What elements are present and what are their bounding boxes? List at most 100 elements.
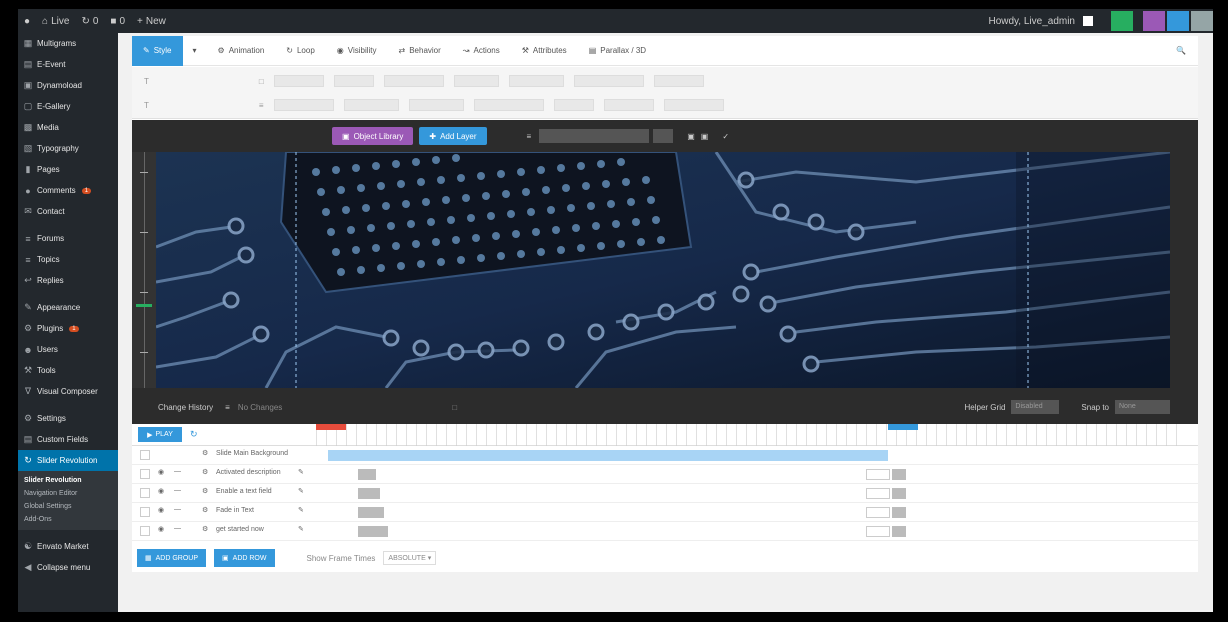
- layer-option-field[interactable]: [653, 129, 674, 143]
- row-checkbox[interactable]: [140, 450, 150, 460]
- submenu-item[interactable]: Navigation Editor: [18, 487, 118, 500]
- sidebar-item-replies[interactable]: ↩ Replies: [18, 270, 118, 291]
- add-row-button[interactable]: ▣ ADD ROW: [214, 549, 275, 567]
- play-button[interactable]: ▶ PLAY: [138, 427, 182, 442]
- site-name-link[interactable]: ⌂ Live: [36, 16, 75, 27]
- visibility-icon[interactable]: ◉: [158, 487, 164, 495]
- lock-icon[interactable]: —: [174, 506, 181, 513]
- sidebar-item-settings[interactable]: ⚙ Settings: [18, 408, 118, 429]
- font-family-field[interactable]: [508, 75, 564, 87]
- howdy-user[interactable]: Howdy, Live_admin: [982, 16, 1081, 27]
- edit-icon[interactable]: ✎: [298, 487, 304, 495]
- font-weight-field[interactable]: [383, 75, 444, 87]
- edit-icon[interactable]: ✎: [298, 468, 304, 476]
- sidebar-item-users[interactable]: ☻ Users: [18, 339, 118, 360]
- layer-end-bar[interactable]: [892, 488, 906, 499]
- helper-grid-select[interactable]: Disabled: [1011, 400, 1060, 414]
- edit-icon[interactable]: ✎: [298, 506, 304, 514]
- add-group-button[interactable]: ▦ ADD GROUP: [137, 549, 207, 567]
- sidebar-item-comments[interactable]: ● Comments 1: [18, 180, 118, 201]
- align-icon[interactable]: ✓: [722, 132, 729, 141]
- sidebar-item-topics[interactable]: ≡ Topics: [18, 249, 118, 270]
- lock-icon[interactable]: —: [174, 487, 181, 494]
- layer-start-bar[interactable]: [358, 488, 380, 499]
- object-library-button[interactable]: ▣ Object Library: [332, 127, 414, 145]
- sidebar-item-plugins[interactable]: ⚙ Plugins 1: [18, 318, 118, 339]
- loop-icon[interactable]: ↻: [190, 429, 198, 440]
- lock-icon[interactable]: ▣: [687, 132, 695, 141]
- frame-times-select[interactable]: ABSOLUTE ▾: [383, 551, 437, 565]
- row-checkbox[interactable]: [140, 526, 150, 536]
- text-align-icon[interactable]: ≡: [259, 101, 264, 110]
- background-layer-row[interactable]: ⚙ Slide Main Background: [132, 446, 1198, 465]
- wp-logo-icon[interactable]: ●: [18, 16, 36, 27]
- tab-actions[interactable]: ↝ Actions: [452, 36, 511, 66]
- tab-parallax-3d[interactable]: ▤ Parallax / 3D: [578, 36, 657, 66]
- layer-end-bar[interactable]: [892, 526, 906, 537]
- undo-icon[interactable]: □: [452, 403, 457, 412]
- tab-style[interactable]: ✎ Style: [132, 35, 183, 66]
- sidebar-item-custom-fields[interactable]: ▤ Custom Fields: [18, 429, 118, 450]
- row-checkbox[interactable]: [140, 469, 150, 479]
- sidebar-item-slider-revolution[interactable]: ↻ Slider Revolution: [18, 450, 118, 471]
- letter-spacing-field[interactable]: [573, 75, 644, 87]
- border-field[interactable]: [603, 99, 654, 111]
- visibility-icon[interactable]: ◉: [158, 506, 164, 514]
- sidebar-item-appearance[interactable]: ✎ Appearance: [18, 297, 118, 318]
- sidebar-item-tools[interactable]: ⚒ Tools: [18, 360, 118, 381]
- margin-field[interactable]: [408, 99, 464, 111]
- visibility-icon[interactable]: ◉: [158, 468, 164, 476]
- layer-row[interactable]: ◉ — ⚙ Activated description ✎: [132, 465, 1198, 484]
- sidebar-item-pages[interactable]: ▮ Pages: [18, 159, 118, 180]
- comments-link[interactable]: ■ 0: [104, 16, 131, 27]
- slide-background-image[interactable]: [156, 152, 1170, 388]
- tab-animation[interactable]: ⚙ Animation: [207, 36, 276, 66]
- lock-icon[interactable]: —: [174, 525, 181, 532]
- sidebar-item-dynamoload[interactable]: ▣ Dynamoload: [18, 75, 118, 96]
- lock-icon[interactable]: —: [174, 468, 181, 475]
- sidebar-item-e-gallery[interactable]: ▢ E-Gallery: [18, 96, 118, 117]
- layer-list-icon[interactable]: ≡: [527, 132, 532, 141]
- row-checkbox[interactable]: [140, 488, 150, 498]
- time-ruler[interactable]: [316, 424, 1184, 446]
- search-icon[interactable]: 🔍: [1176, 46, 1186, 55]
- layer-end-bar[interactable]: [892, 469, 906, 480]
- sidebar-item-typography[interactable]: ▧ Typography: [18, 138, 118, 159]
- padding-field[interactable]: [343, 99, 399, 111]
- preview-icon[interactable]: [1143, 11, 1165, 31]
- font-icon[interactable]: T: [144, 77, 149, 86]
- history-icon[interactable]: ≡: [225, 403, 230, 412]
- avatar[interactable]: [1083, 16, 1093, 26]
- layer-end-field[interactable]: [866, 526, 890, 537]
- settings-icon[interactable]: [1167, 11, 1189, 31]
- layer-row[interactable]: ◉ — ⚙ Fade in Text ✎: [132, 503, 1198, 522]
- sidebar-item-envato-market[interactable]: ☯ Envato Market: [18, 536, 118, 557]
- add-layer-button[interactable]: ✚ Add Layer: [419, 127, 487, 145]
- sidebar-item-contact[interactable]: ✉ Contact: [18, 201, 118, 222]
- tab-behavior[interactable]: ⇄ Behavior: [388, 36, 452, 66]
- end-marker[interactable]: [888, 424, 918, 430]
- sidebar-item-multigrams[interactable]: ▦ Multigrams: [18, 33, 118, 54]
- layer-end-field[interactable]: [866, 488, 890, 499]
- sidebar-item-visual-composer[interactable]: ∇ Visual Composer: [18, 381, 118, 402]
- chevron-down-icon[interactable]: ▾: [183, 46, 207, 55]
- layer-row[interactable]: ◉ — ⚙ Enable a text field ✎: [132, 484, 1198, 503]
- line-height-field[interactable]: [333, 75, 374, 87]
- updates-link[interactable]: ↻ 0: [75, 16, 104, 27]
- layer-row[interactable]: ◉ — ⚙ get started now ✎: [132, 522, 1198, 541]
- background-field[interactable]: [663, 99, 724, 111]
- text-transform-field[interactable]: [653, 75, 704, 87]
- layer-start-bar[interactable]: [358, 526, 388, 537]
- visibility-icon[interactable]: ◉: [158, 525, 164, 533]
- layer-end-field[interactable]: [866, 469, 890, 480]
- layer-start-bar[interactable]: [358, 469, 376, 480]
- position-field[interactable]: [553, 99, 594, 111]
- sidebar-item-forums[interactable]: ≡ Forums: [18, 228, 118, 249]
- sidebar-item-collapse-menu[interactable]: ◀ Collapse menu: [18, 557, 118, 578]
- layer-start-bar[interactable]: [358, 507, 384, 518]
- bg-timeline-bar[interactable]: [328, 450, 888, 461]
- layer-end-field[interactable]: [866, 507, 890, 518]
- edit-icon[interactable]: ✎: [298, 525, 304, 533]
- save-icon[interactable]: [1111, 11, 1133, 31]
- sidebar-item-media[interactable]: ▩ Media: [18, 117, 118, 138]
